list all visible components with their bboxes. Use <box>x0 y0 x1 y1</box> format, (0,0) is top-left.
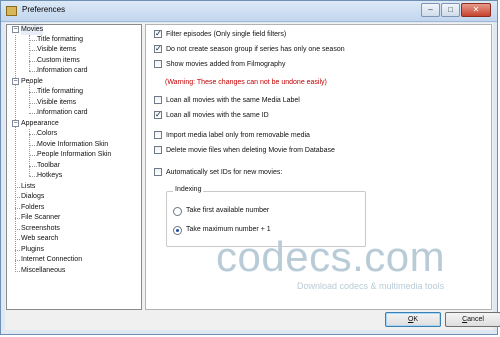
tree-connector <box>15 197 20 198</box>
import-removable-label: Import media label only from removable m… <box>166 132 310 139</box>
max-plus-one-label: Take maximum number + 1 <box>186 226 271 233</box>
tree-connector <box>15 218 20 219</box>
title-bar[interactable]: Preferences – □ ✕ <box>1 1 497 22</box>
tree-connector <box>29 71 37 72</box>
delete-files-label: Delete movie files when deleting Movie f… <box>166 147 335 154</box>
tree-item-file-scanner[interactable]: File Scanner <box>21 213 60 223</box>
tree-item-movie-information-skin[interactable]: Movie Information Skin <box>37 140 108 150</box>
first-available-radio[interactable] <box>173 207 182 216</box>
tree-item-people-information-card[interactable]: Information card <box>37 108 88 118</box>
max-plus-one-radio[interactable] <box>173 226 182 235</box>
loan-same-id-label: Loan all movies with the same ID <box>166 112 269 119</box>
radio-selected-dot <box>176 229 179 232</box>
delete-files-checkbox[interactable] <box>154 146 162 154</box>
dialog-client: − Movies Title formatting Visible items … <box>5 23 500 330</box>
people-expander-icon[interactable]: − <box>12 78 19 85</box>
tree-item-folders[interactable]: Folders <box>21 203 44 213</box>
tree-item-movies-visible-items[interactable]: Visible items <box>37 45 76 55</box>
filter-episodes-label: Filter episodes (Only single field filte… <box>166 31 287 38</box>
tree-item-toolbar[interactable]: Toolbar <box>37 161 60 171</box>
tree-item-people-title-formatting[interactable]: Title formatting <box>37 87 83 97</box>
tree-item-colors[interactable]: Colors <box>37 129 57 139</box>
tree-item-people[interactable]: People <box>21 77 43 87</box>
import-removable-checkbox[interactable] <box>154 131 162 139</box>
tree-connector <box>15 271 20 272</box>
tree-root-line <box>15 35 16 272</box>
no-season-group-label: Do not create season group if series has… <box>166 46 345 53</box>
loan-same-label-checkbox[interactable] <box>154 96 162 104</box>
tree-item-movies-information-card[interactable]: Information card <box>37 66 88 76</box>
tree-connector <box>29 176 37 177</box>
tree-item-lists[interactable]: Lists <box>21 182 35 192</box>
tree-connector <box>29 61 37 62</box>
caption-buttons: – □ ✕ <box>421 3 491 17</box>
app-icon <box>6 6 17 16</box>
tree-connector <box>15 250 20 251</box>
tree-item-people-information-skin[interactable]: People Information Skin <box>37 150 111 160</box>
no-season-group-checkbox[interactable]: ✓ <box>154 45 162 53</box>
movies-expander-icon[interactable]: − <box>12 26 19 33</box>
button-bar: OK Cancel <box>5 306 500 330</box>
minimize-button[interactable]: – <box>421 3 440 17</box>
auto-ids-checkbox[interactable] <box>154 168 162 176</box>
tree-item-internet-connection[interactable]: Internet Connection <box>21 255 82 265</box>
tree-connector <box>29 103 37 104</box>
loan-same-id-checkbox[interactable]: ✓ <box>154 111 162 119</box>
show-filmography-label: Show movies added from Filmography <box>166 61 286 68</box>
settings-panel: codecs.com Download codecs & multimedia … <box>145 24 492 310</box>
maximize-button[interactable]: □ <box>441 3 460 17</box>
tree-connector <box>15 239 20 240</box>
appearance-expander-icon[interactable]: − <box>12 120 19 127</box>
tree-item-hotkeys[interactable]: Hotkeys <box>37 171 62 181</box>
indexing-group: Indexing Take first available number Tak… <box>166 186 366 247</box>
preferences-tree[interactable]: − Movies Title formatting Visible items … <box>6 24 142 310</box>
indexing-group-title: Indexing <box>173 186 204 193</box>
tree-connector <box>29 113 37 114</box>
tree-item-movies[interactable]: Movies <box>21 25 44 35</box>
tree-item-plugins[interactable]: Plugins <box>21 245 44 255</box>
tree-connector <box>15 229 20 230</box>
tree-item-web-search[interactable]: Web search <box>21 234 58 244</box>
show-filmography-checkbox[interactable] <box>154 60 162 68</box>
tree-connector <box>29 40 37 41</box>
ok-label-rest: K <box>413 316 419 323</box>
warning-text: (Warning: These changes can not be undon… <box>165 79 327 86</box>
close-button[interactable]: ✕ <box>461 3 491 17</box>
tree-connector <box>15 208 20 209</box>
tree-connector <box>29 134 37 135</box>
cancel-label-rest: ancel <box>467 316 484 323</box>
cancel-button[interactable]: Cancel <box>445 312 500 327</box>
tree-item-dialogs[interactable]: Dialogs <box>21 192 44 202</box>
tree-item-people-visible-items[interactable]: Visible items <box>37 98 76 108</box>
filter-episodes-checkbox[interactable]: ✓ <box>154 30 162 38</box>
tree-item-screenshots[interactable]: Screenshots <box>21 224 60 234</box>
tree-connector <box>29 92 37 93</box>
loan-same-label-label: Loan all movies with the same Media Labe… <box>166 97 300 104</box>
first-available-label: Take first available number <box>186 207 270 214</box>
appearance-branch-line <box>29 129 30 176</box>
ok-button[interactable]: OK <box>385 312 441 327</box>
tree-item-movies-custom-items[interactable]: Custom items <box>37 56 80 66</box>
tree-connector <box>29 166 37 167</box>
tree-connector <box>15 187 20 188</box>
tree-item-appearance[interactable]: Appearance <box>21 119 59 129</box>
window-title: Preferences <box>22 5 66 14</box>
tree-connector <box>29 145 37 146</box>
tree-connector <box>15 260 20 261</box>
preferences-window: Preferences – □ ✕ − Movies Title formatt… <box>0 0 500 335</box>
tree-connector <box>29 50 37 51</box>
tree-item-movies-title-formatting[interactable]: Title formatting <box>37 35 83 45</box>
tree-connector <box>29 155 37 156</box>
watermark-subtext: Download codecs & multimedia tools <box>297 281 445 291</box>
tree-item-miscellaneous[interactable]: Miscellaneous <box>21 266 65 276</box>
auto-ids-label: Automatically set IDs for new movies: <box>166 169 283 176</box>
